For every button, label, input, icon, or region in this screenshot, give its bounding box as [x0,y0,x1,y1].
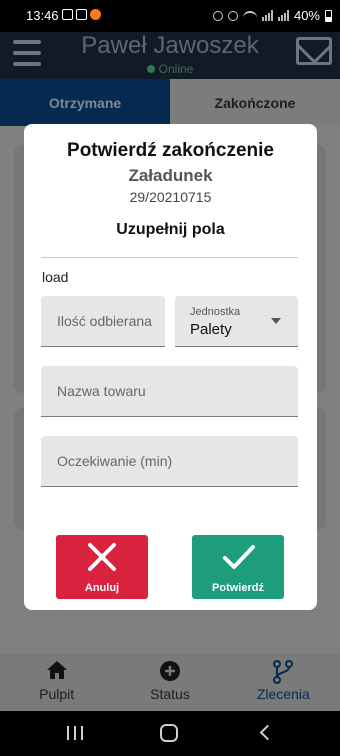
dropdown-arrow-icon [271,318,281,324]
order-number: 29/20210715 [129,189,212,205]
nav-item-orders[interactable]: Zlecenia [227,654,340,711]
goods-name-placeholder: Nazwa towaru [57,383,146,399]
tab-received[interactable]: Otrzymane [0,79,170,126]
battery-icon [325,9,332,22]
confirm-label: Potwierdź [212,582,264,594]
status-time: 13:46 [26,8,59,23]
home-icon [46,661,67,679]
goods-name-field[interactable]: Nazwa towaru [41,366,298,417]
wifi-icon [242,10,257,21]
signal-icon [261,10,273,21]
status-bar: 13:46 40% [0,0,340,32]
tab-bar: Otrzymane Zakończone [0,79,340,126]
tab-completed[interactable]: Zakończone [170,79,340,126]
signal-icon-2 [277,10,289,21]
section-title: Uzupełnij pola [116,221,225,238]
unit-select[interactable]: Jednostka Palety [175,296,298,347]
bluetooth-icon [227,10,238,21]
unit-value: Palety [190,321,232,338]
app-header: Paweł Jawoszek Online [0,32,340,79]
nav-label-status: Status [150,686,190,702]
recent-apps-icon[interactable] [67,726,83,740]
quantity-field[interactable]: Ilość odbierana [41,296,165,347]
nav-item-status[interactable]: Status [113,654,226,711]
back-icon[interactable] [259,724,276,741]
load-label: load [42,269,69,285]
quantity-placeholder: Ilość odbierana [57,313,152,329]
home-button-icon[interactable] [160,724,178,742]
mail-icon[interactable] [296,37,332,65]
check-icon [223,545,255,569]
dialog-subtitle: Załadunek [128,166,213,185]
system-nav-bar [0,711,340,756]
nav-label-orders: Zlecenia [256,686,310,702]
nav-label-dashboard: Pulpit [39,686,75,702]
cancel-button[interactable]: Anuluj [56,535,148,599]
close-icon [88,543,116,571]
unit-label: Jednostka [190,306,241,318]
system-status-icons: 40% [212,8,332,23]
notification-icons [62,9,101,20]
battery-percent: 40% [293,8,320,23]
branch-icon [273,660,294,684]
plus-circle-icon [159,661,180,681]
app-notification-icon [90,9,101,20]
waiting-time-field[interactable]: Oczekiwanie (min) [41,436,298,487]
gallery-icon [62,9,73,20]
alarm-icon [212,10,223,21]
online-dot-icon [146,65,155,73]
bottom-nav: Pulpit Status Zlecenia [0,654,340,711]
message-icon [76,9,87,20]
online-status: Online [0,62,340,76]
confirm-button[interactable]: Potwierdź [192,535,284,599]
cancel-label: Anuluj [84,582,120,594]
waiting-time-placeholder: Oczekiwanie (min) [57,453,173,469]
user-name: Paweł Jawoszek [81,32,259,59]
dialog-title: Potwierdź zakończenie [67,140,274,161]
online-label: Online [158,62,194,76]
confirm-completion-dialog: Potwierdź zakończenie Załadunek 29/20210… [24,124,317,610]
nav-item-dashboard[interactable]: Pulpit [0,654,113,711]
divider [41,257,298,258]
